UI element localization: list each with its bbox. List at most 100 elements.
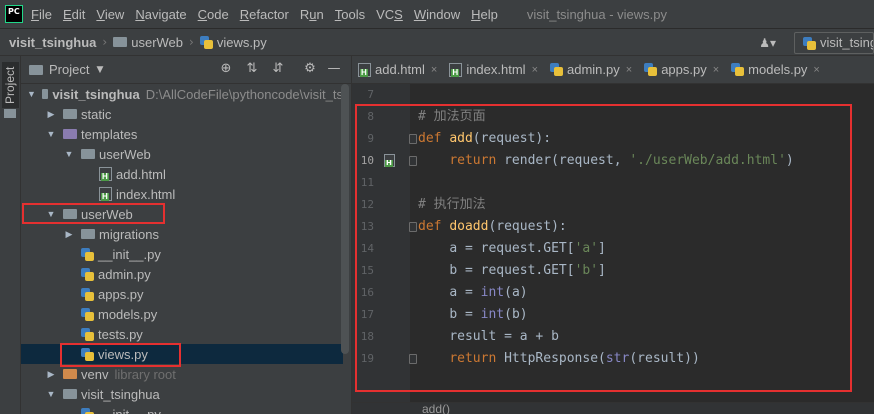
tree-item[interactable]: ▶__init__.py [21,404,343,414]
tree-item[interactable]: ▶apps.py [21,284,343,304]
tree-item[interactable]: ▶admin.py [21,264,343,284]
menu-item[interactable]: Refactor [240,7,289,22]
code-line: return HttpResponse(str(result)) [418,348,699,370]
code-token: ( [504,307,512,322]
line-number: 9 [367,132,374,145]
code-comment: # 加法页面 [418,109,486,124]
tree-item[interactable]: ▶ venv library root [21,364,343,384]
code-token: ( [504,285,512,300]
tree-item-label: visit_tsinghua [81,386,160,402]
breadcrumb-project[interactable]: visit_tsinghua [9,35,96,50]
line-number: 19 [360,352,374,365]
tree-item[interactable]: ▼ templates [21,124,343,144]
code-token: [ [566,263,575,278]
folder-icon [63,389,77,399]
folder-icon [41,89,49,99]
project-tool-window-button[interactable]: Project [2,62,19,108]
navigation-bar: visit_tsinghua › userWeb › views.py ♟▾ v… [0,28,874,56]
tree-item[interactable]: ▶models.py [21,304,343,324]
expand-all-icon[interactable]: ⇵ [271,62,285,76]
tree-item[interactable]: ▶ migrations [21,224,343,244]
chevron-right-icon[interactable]: ▶ [45,369,57,380]
html-template-gutter-icon[interactable] [384,154,395,167]
tree-item[interactable]: ▶tests.py [21,324,343,344]
close-icon[interactable]: × [626,64,632,76]
tree-item[interactable]: ▶ static [21,104,343,124]
tree-item[interactable]: ▼ visit_tsinghua [21,384,343,404]
close-icon[interactable]: × [813,64,819,76]
menu-item[interactable]: File [31,7,52,22]
chevron-down-icon[interactable]: ▼ [45,389,57,399]
left-tool-strip: Project [0,56,21,414]
chevron-down-icon[interactable]: ▼ [96,65,103,75]
editor-tab-label: index.html [466,62,526,77]
menu-item[interactable]: Edit [63,7,85,22]
code-area[interactable]: # 加法页面 def add(request): return render(re… [410,84,874,414]
menu-item[interactable]: Tools [335,7,365,22]
editor-tab[interactable]: models.py × [725,62,826,77]
menu-item[interactable]: Run [300,7,324,22]
close-icon[interactable]: × [713,64,719,76]
chevron-right-icon[interactable]: ▶ [45,109,57,120]
python-file-icon [644,63,658,76]
tree-item-path: D:\AllCodeFile\pythoncode\visit_ts [145,86,343,102]
tree-item[interactable]: ▼ visit_tsinghua D:\AllCodeFile\pythoncode… [21,84,343,104]
editor-tab[interactable]: index.html × [443,62,544,77]
chevron-down-icon[interactable]: ▼ [45,129,57,139]
code-token: b [511,307,520,322]
tree-item[interactable]: ▶__init__.py [21,244,343,264]
editor-tab[interactable]: add.html × [352,62,443,77]
line-number: 16 [360,286,374,299]
close-icon[interactable]: × [532,64,538,76]
breadcrumb-file[interactable]: views.py [217,35,267,50]
line-number: 8 [367,110,374,123]
chevron-right-icon[interactable]: ▶ [63,229,75,240]
html-file-icon [449,62,463,77]
hide-panel-icon[interactable]: — [327,62,341,76]
code-keyword: return [449,153,497,168]
collapse-all-icon[interactable]: ⇅ [245,62,259,76]
menu-item[interactable]: View [96,7,124,22]
menu-item-label: efactor [249,6,289,22]
gear-icon[interactable]: ⚙ [303,62,317,76]
menu-item-mnemonic: V [96,6,105,22]
menu-item-label: avigate [144,6,187,22]
menu-item[interactable]: Code [198,7,229,22]
chevron-down-icon[interactable]: ▼ [27,89,36,99]
tree-item-label: __init__.py [98,246,161,262]
menu-item[interactable]: Help [471,7,498,22]
chevron-down-icon[interactable]: ▼ [63,149,75,159]
project-panel-title[interactable]: Project [49,62,89,77]
tree-item-label: __init__.py [98,406,161,414]
tree-item[interactable]: ▼ userWeb [21,144,343,164]
menu-item[interactable]: Navigate [135,7,186,22]
code-token: render [504,153,552,168]
tree-item-label: admin.py [98,266,151,282]
tree-scrollbar[interactable] [341,84,349,354]
project-panel: Project ▼ ⊕ ⇅ ⇵ ⚙ — ▼ visit_tsinghua D:\Al… [21,56,351,414]
code-token: ( [551,153,559,168]
tree-item[interactable]: ▶index.html [21,184,343,204]
chevron-down-icon[interactable]: ▼ [45,209,57,219]
tree-item[interactable]: ▶views.py [21,344,343,364]
structure-icon[interactable] [4,109,16,118]
menu-item-label: n [316,6,324,22]
editor-tab-label: admin.py [567,62,620,77]
breadcrumb-folder[interactable]: userWeb [131,35,183,50]
html-file-icon [99,187,112,201]
menu-item[interactable]: VCS [376,7,403,22]
user-icon[interactable]: ♟▾ [759,36,776,50]
locate-file-icon[interactable]: ⊕ [219,62,233,76]
tree-item[interactable]: ▼ userWeb [21,204,343,224]
menu-item[interactable]: Window [414,7,460,22]
run-configuration-select[interactable]: visit_tsing [794,32,874,54]
tree-item-label: venv [81,366,109,382]
code-token: ) [519,285,528,300]
editor-breadcrumb[interactable]: add() [422,402,450,414]
tree-item[interactable]: ▶add.html [21,164,343,184]
editor-tab[interactable]: admin.py × [544,62,638,77]
editor-tab[interactable]: apps.py × [638,62,725,77]
code-token: ] [598,241,606,256]
close-icon[interactable]: × [431,64,437,76]
